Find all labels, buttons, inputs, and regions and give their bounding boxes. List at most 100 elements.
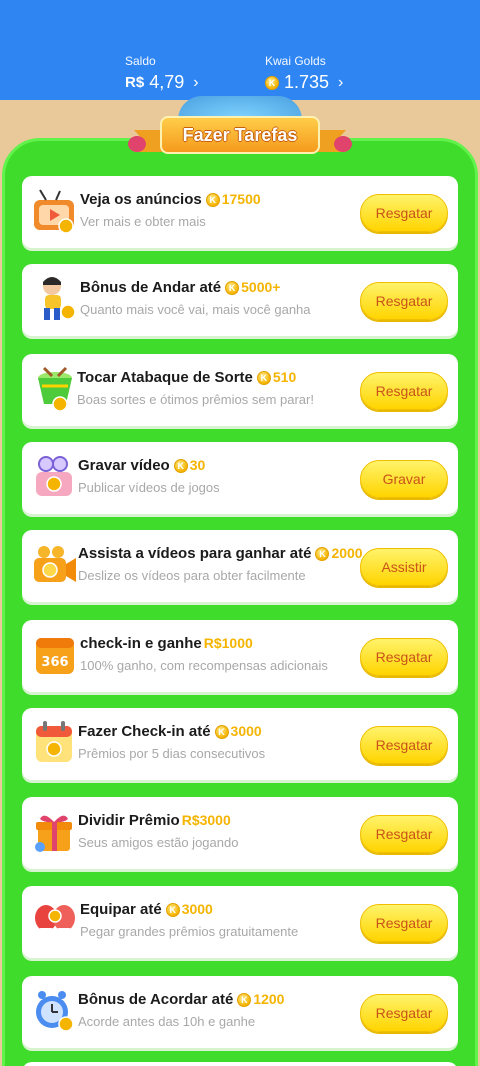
drum-icon xyxy=(30,364,80,414)
task-card: Tocar Atabaque de Sorte K 510 Boas sortes e… xyxy=(22,354,458,426)
runner-icon xyxy=(30,274,80,324)
task-title: Equipar até K 3000 xyxy=(80,901,213,918)
task-action-button[interactable]: Resgatar xyxy=(360,282,448,320)
tv-icon xyxy=(30,186,80,236)
gift-icon xyxy=(30,807,80,857)
task-card: Gravar vídeo K 30 Publicar vídeos de jogos G… xyxy=(22,442,458,514)
coin-icon: K xyxy=(214,725,229,740)
task-title: Gravar vídeo K 30 xyxy=(78,457,205,474)
task-action-button[interactable]: Resgatar xyxy=(360,815,448,853)
task-card: Bônus de Acordar até K 1200 Acorde antes da… xyxy=(22,976,458,1048)
task-reward: K 3000 xyxy=(214,723,262,740)
task-action-button[interactable]: Resgatar xyxy=(360,726,448,764)
task-reward-value: R$1000 xyxy=(203,635,253,651)
task-title-text: Fazer Check-in até xyxy=(78,723,211,740)
task-title: Bônus de Andar até K 5000+ xyxy=(80,279,280,296)
task-reward-value: 5000+ xyxy=(241,279,281,295)
task-reward: K 30 xyxy=(173,457,206,474)
task-reward: K 3000 xyxy=(165,901,213,918)
banner-title: Fazer Tarefas xyxy=(160,116,320,154)
task-reward: R$3000 xyxy=(182,812,231,828)
task-reward-value: 3000 xyxy=(181,901,213,917)
task-reward: R$1000 xyxy=(204,635,253,651)
task-action-button[interactable]: Resgatar xyxy=(360,904,448,942)
task-reward-value: 30 xyxy=(189,457,206,473)
chevron-right-icon[interactable]: › xyxy=(193,74,198,92)
task-card: Veja os anúncios K 17500 Ver mais e obter m… xyxy=(22,176,458,248)
task-title: Assista a vídeos para ganhar até K 2000 xyxy=(78,545,363,562)
task-description: Prêmios por 5 dias consecutivos xyxy=(78,746,266,761)
task-reward: K 510 xyxy=(256,369,297,386)
camera-icon xyxy=(30,452,80,502)
task-description: 100% ganho, com recompensas adicionais xyxy=(80,658,328,673)
task-description: Pegar grandes prêmios gratuitamente xyxy=(80,924,299,939)
task-reward-value: 17500 xyxy=(221,191,261,207)
task-reward: K 1200 xyxy=(237,991,285,1008)
task-card: Bônus de Andar até K 5000+ Quanto mais você… xyxy=(22,264,458,336)
coin-icon: K xyxy=(205,193,220,208)
saldo-label: Saldo xyxy=(125,54,156,68)
alarm-icon xyxy=(30,986,80,1036)
saldo-value: 4,79 xyxy=(149,72,185,92)
coin-icon: K xyxy=(225,281,240,296)
saldo-stat[interactable]: Saldo R$ 4,79 › xyxy=(125,54,199,93)
coin-icon: K xyxy=(265,75,279,90)
task-description: Quanto mais você vai, mais você ganha xyxy=(80,302,311,317)
golds-value-row[interactable]: K 1.735 › xyxy=(265,72,343,93)
saldo-value-row[interactable]: R$ 4,79 › xyxy=(125,72,199,93)
tasks-banner: Fazer Tarefas xyxy=(120,96,360,162)
task-card: Assista a vídeos para ganhar até K 2000 Des… xyxy=(22,530,458,602)
calendar-icon xyxy=(30,718,80,768)
task-title-text: Tocar Atabaque de Sorte xyxy=(77,369,253,386)
task-title-text: Equipar até xyxy=(80,901,162,918)
task-title-text: Bônus de Andar até xyxy=(80,279,222,296)
task-action-button[interactable]: Gravar xyxy=(360,460,448,498)
coin-icon: K xyxy=(315,547,330,562)
task-reward-value: 2000 xyxy=(331,545,363,561)
task-title-text: Dividir Prêmio xyxy=(78,812,180,829)
coin-icon: K xyxy=(173,459,188,474)
bird-icon xyxy=(334,136,352,152)
coin-icon: K xyxy=(237,993,252,1008)
coin-icon: K xyxy=(165,903,180,918)
task-reward-value: 510 xyxy=(272,369,297,385)
task-title-text: check-in e ganhe xyxy=(80,635,202,652)
video-camera-icon xyxy=(30,540,80,590)
task-description: Ver mais e obter mais xyxy=(80,214,206,229)
task-action-button[interactable]: Resgatar xyxy=(360,372,448,410)
task-description: Publicar vídeos de jogos xyxy=(78,480,220,495)
task-action-button[interactable]: Resgatar xyxy=(360,194,448,232)
task-title: check-in e ganhe R$1000 xyxy=(80,635,253,652)
task-title-text: Veja os anúncios xyxy=(80,191,202,208)
golds-stat[interactable]: Kwai Golds K 1.735 › xyxy=(265,54,343,93)
task-description: Seus amigos estão jogando xyxy=(78,835,239,850)
task-card: Dividir Prêmio R$3000 Seus amigos estão jo… xyxy=(22,797,458,869)
task-title-text: Gravar vídeo xyxy=(78,457,170,474)
svg-text:366: 366 xyxy=(41,655,68,670)
golds-label: Kwai Golds xyxy=(265,54,326,68)
task-reward-value: 3000 xyxy=(230,723,262,739)
task-title-text: Bônus de Acordar até xyxy=(78,991,234,1008)
task-reward: K 17500 xyxy=(205,191,261,208)
calendar-366-icon: 366 xyxy=(30,630,80,680)
task-card: 366 check-in e ganhe R$1000 100% ganho, com… xyxy=(22,620,458,692)
coin-icon: K xyxy=(256,371,271,386)
task-description: Boas sortes e ótimos prêmios sem parar! xyxy=(77,392,314,407)
task-description: Deslize os vídeos para obter facilmente xyxy=(78,568,306,583)
task-title: Veja os anúncios K 17500 xyxy=(80,191,261,208)
task-title: Dividir Prêmio R$3000 xyxy=(78,812,231,829)
task-reward-value: 1200 xyxy=(253,991,285,1007)
task-card: Equipar até K 3000 Pegar grandes prêmios gr… xyxy=(22,886,458,958)
task-title: Fazer Check-in até K 3000 xyxy=(78,723,262,740)
task-card-partial xyxy=(22,1062,458,1066)
golds-value: 1.735 xyxy=(284,72,330,92)
task-action-button[interactable]: Assistir xyxy=(360,548,448,586)
task-reward-value: R$3000 xyxy=(181,812,231,828)
task-action-button[interactable]: Resgatar xyxy=(360,994,448,1032)
task-description: Acorde antes das 10h e ganhe xyxy=(78,1014,256,1029)
task-card: Fazer Check-in até K 3000 Prêmios por 5 dia… xyxy=(22,708,458,780)
task-reward: K 2000 xyxy=(315,545,363,562)
task-action-button[interactable]: Resgatar xyxy=(360,638,448,676)
chevron-right-icon[interactable]: › xyxy=(338,74,343,92)
task-title: Bônus de Acordar até K 1200 xyxy=(78,991,284,1008)
